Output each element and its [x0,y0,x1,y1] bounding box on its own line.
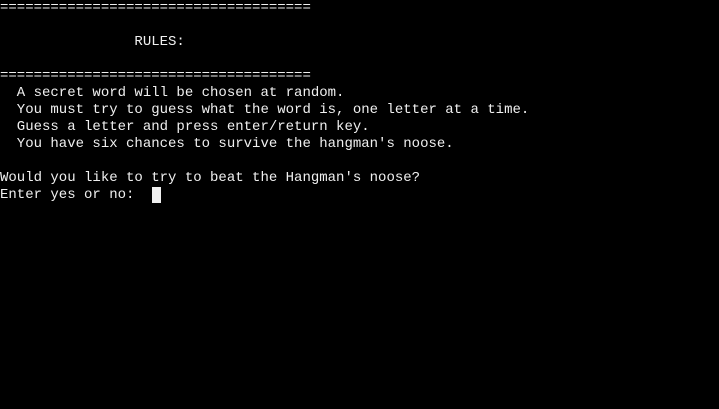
rule-line-1: A secret word will be chosen at random. [0,85,345,101]
terminal-window[interactable]: ===================================== RU… [0,0,719,409]
bottom-divider: ===================================== [0,68,311,84]
input-prompt: Enter yes or no: [0,187,143,203]
rule-line-4: You have six chances to survive the hang… [0,136,454,152]
rules-heading: RULES: [0,34,185,50]
top-divider: ===================================== [0,0,311,16]
rule-line-3: Guess a letter and press enter/return ke… [0,119,370,135]
play-question: Would you like to try to beat the Hangma… [0,170,421,186]
text-cursor[interactable] [152,187,161,203]
rule-line-2: You must try to guess what the word is, … [0,102,530,118]
